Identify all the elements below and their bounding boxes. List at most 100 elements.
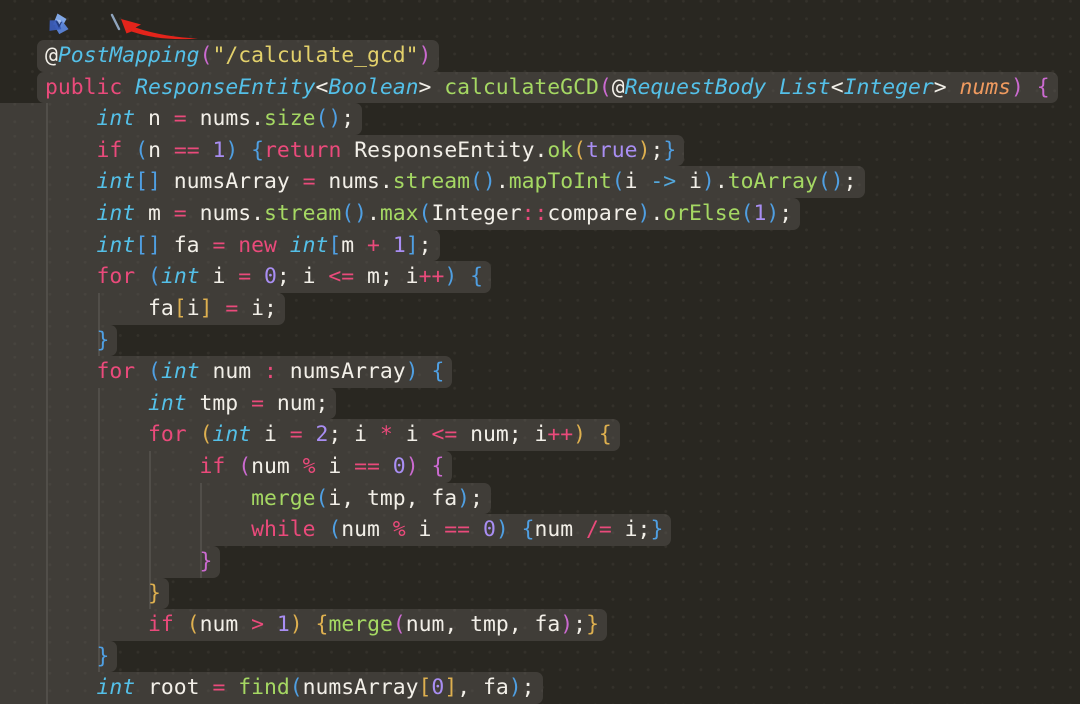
code-line-21: int root = find(numsArray[0], fa); [0,672,1080,704]
token: int [97,106,136,131]
token: . [496,169,509,194]
token: i; [238,296,277,321]
token: % [303,454,316,479]
token [45,612,148,637]
token: { [316,612,329,637]
token: } [663,138,676,163]
token: () [341,201,367,226]
token: stream [264,201,341,226]
token: = [174,106,187,131]
code-line-5: int[] numsArray = nums.stream().mapToInt… [0,166,1080,198]
token: 1 [393,233,406,258]
token: ( [612,169,625,194]
token: int [97,169,136,194]
token: ++ [419,264,445,289]
token: for [148,422,187,447]
token: = [238,264,251,289]
code-text: while (num % i == 0) {num /= i;} [45,514,663,546]
token [225,675,238,700]
code-text: int n = nums.size(); [45,103,354,135]
token: = [212,675,225,700]
token: == [444,517,470,542]
code-line-4: if (n == 1) {return ResponseEntity.ok(tr… [0,135,1080,167]
token: Integer [431,201,521,226]
token: 0 [483,517,496,542]
token [45,644,97,669]
token: nums. [187,201,264,226]
token: @ [45,43,58,68]
token [45,517,251,542]
token: num [251,454,303,479]
token: mapToInt [509,169,612,194]
token: ( [573,138,586,163]
token: ) [457,486,470,511]
token: nums. [187,106,264,131]
token: ) [406,359,419,384]
token: /= [586,517,612,542]
token: 0 [431,675,444,700]
token: = [290,422,303,447]
token [187,422,200,447]
token: n [135,106,174,131]
token: ) [444,264,457,289]
token [766,75,779,100]
code-line-6: int m = nums.stream().max(Integer::compa… [0,198,1080,230]
token: num [341,517,393,542]
token [380,233,393,258]
token: } [650,517,663,542]
code-text: for (int i = 0; i <= m; i++) { [45,261,483,293]
token: . [715,169,728,194]
token [277,233,290,258]
token: fa [45,296,174,321]
token: int [97,675,136,700]
token: ResponseEntity. [341,138,547,163]
token: ) [225,138,238,163]
token [45,675,97,700]
token: int [97,201,136,226]
token: [] [135,233,161,258]
code-text: int root = find(numsArray[0], fa); [45,672,535,704]
token [45,169,97,194]
assistant-logo-icon[interactable] [45,11,72,38]
annotation-arrow-icon [115,14,207,44]
token: ) [496,517,509,542]
token: calculateGCD [444,75,599,100]
code-line-3: int n = nums.size(); [0,103,1080,135]
token: ( [135,138,148,163]
token: ) [573,422,586,447]
token: i [393,422,432,447]
token: if [148,612,174,637]
token [45,581,148,606]
token: } [97,328,110,353]
token: max [380,201,419,226]
token: % [393,517,406,542]
token: numsArray [161,169,303,194]
code-text: } [45,546,212,578]
code-line-17: } [0,546,1080,578]
token: true [586,138,638,163]
token: ++ [547,422,573,447]
token: == [174,138,200,163]
token: i [200,264,239,289]
token: int [290,233,329,258]
token: num, tmp, fa [406,612,561,637]
token: ok [547,138,573,163]
token [135,359,148,384]
token: { [599,422,612,447]
token: ( [328,517,341,542]
token: ; i [277,264,329,289]
token [457,264,470,289]
token: > [934,75,960,100]
code-text: int m = nums.stream().max(Integer::compa… [45,198,792,230]
token: ( [187,612,200,637]
token: int [97,233,136,258]
token [122,75,135,100]
code-text: } [45,578,161,610]
token: 1 [753,201,766,226]
token: > [419,75,445,100]
token: i [316,454,355,479]
token: } [200,549,213,574]
token [1024,75,1037,100]
code-text: if (num > 1) {merge(num, tmp, fa);} [45,609,599,641]
token: i [676,169,702,194]
